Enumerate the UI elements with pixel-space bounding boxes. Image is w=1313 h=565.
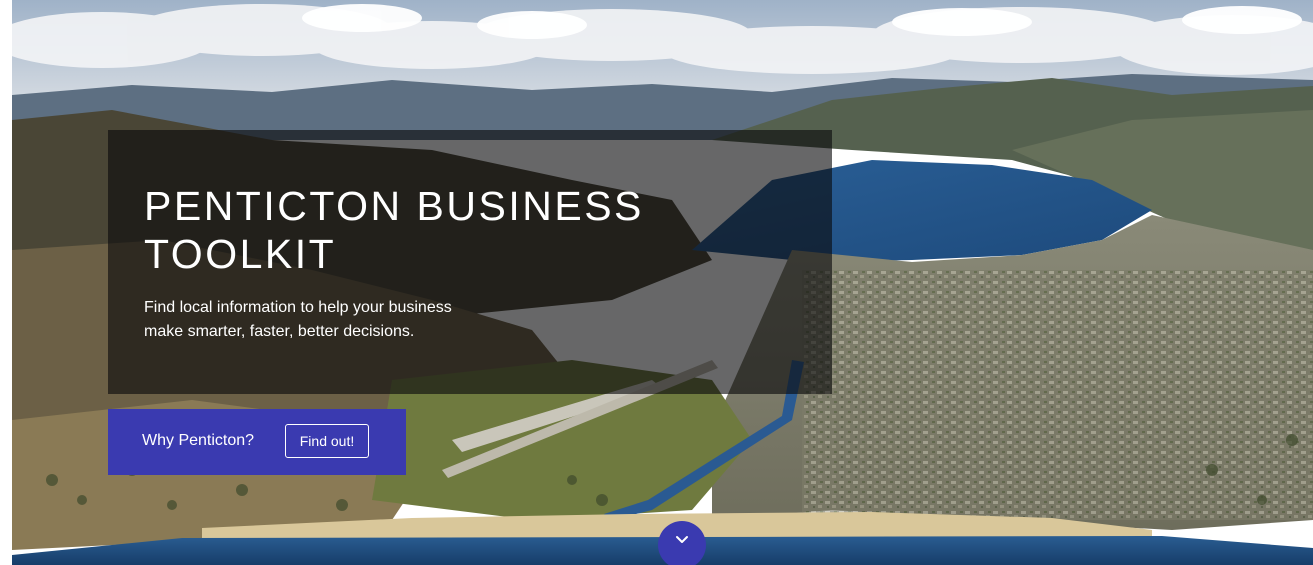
scroll-down-button[interactable] — [658, 521, 706, 565]
hero-subtitle: Find local information to help your busi… — [144, 296, 544, 344]
page-title-line-2: TOOLKIT — [144, 231, 337, 277]
hero-subtitle-line-2: make smarter, faster, better decisions. — [144, 323, 415, 340]
why-penticton-label: Why Penticton? — [142, 432, 255, 449]
chevron-down-icon — [676, 536, 688, 543]
page-title: PENTICTON BUSINESS TOOLKIT — [144, 182, 644, 278]
find-out-button[interactable]: Find out! — [285, 424, 369, 458]
why-penticton-panel: Why Penticton? Find out! — [108, 409, 406, 475]
hero-subtitle-line-1: Find local information to help your busi… — [144, 299, 452, 316]
hero-section: PENTICTON BUSINESS TOOLKIT Find local in… — [12, 0, 1313, 565]
page-title-line-1: PENTICTON BUSINESS — [144, 183, 644, 229]
hero-title-panel: PENTICTON BUSINESS TOOLKIT Find local in… — [108, 130, 832, 394]
